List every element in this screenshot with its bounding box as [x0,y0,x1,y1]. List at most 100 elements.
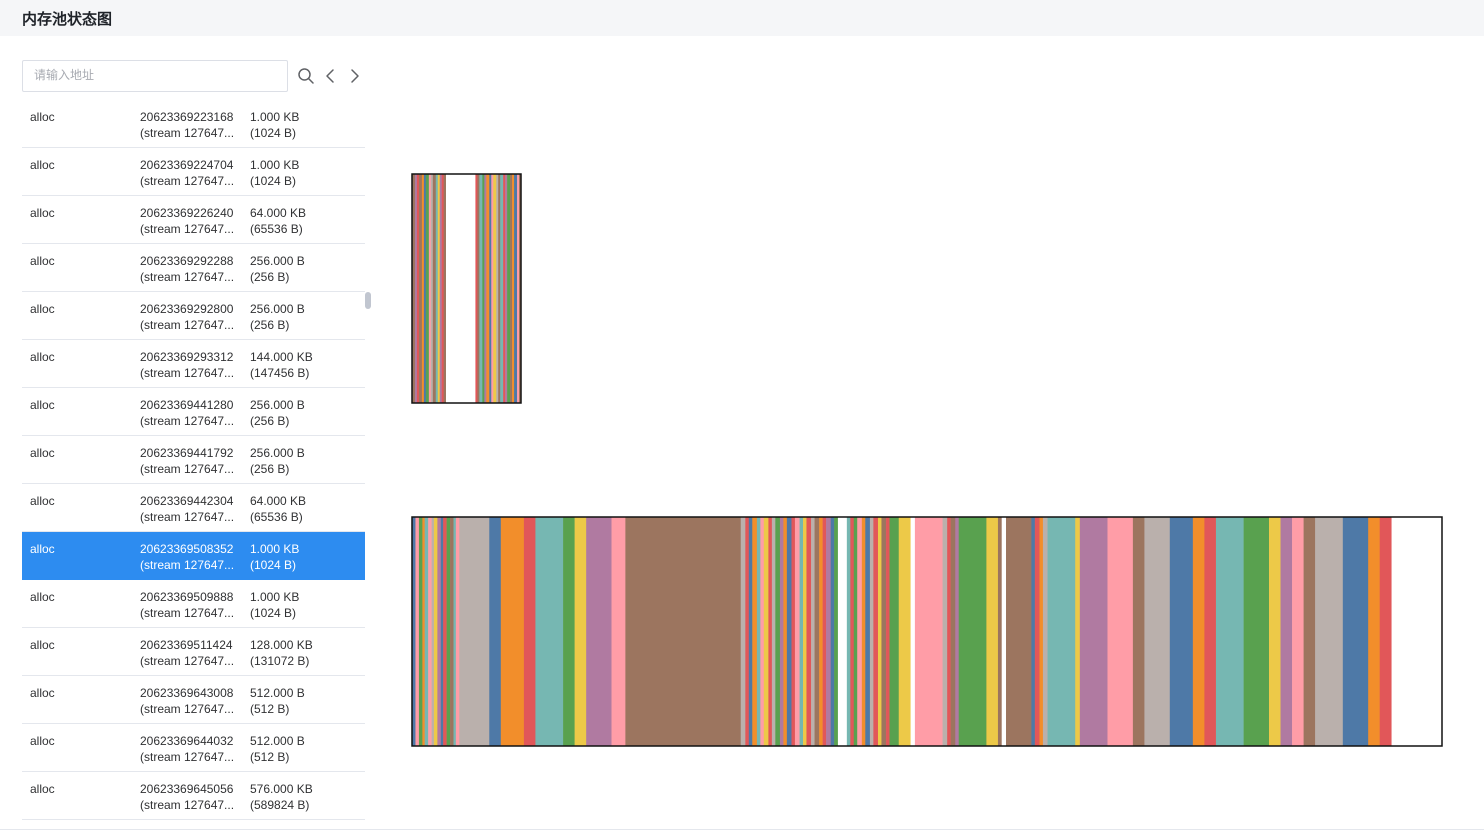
memory-block-segment[interactable] [771,517,776,746]
memory-block-segment[interactable] [484,174,487,403]
memory-block-segment[interactable] [1303,517,1316,746]
memory-block-segment[interactable] [745,517,750,746]
memory-block-segment[interactable] [1079,517,1108,746]
memory-block-segment[interactable] [428,517,432,746]
memory-block-segment[interactable] [443,174,446,403]
list-item[interactable]: alloc 20623369442304 (stream 127647... 64.0… [22,484,365,532]
memory-block-segment[interactable] [1047,517,1076,746]
memory-block-segment[interactable] [586,517,612,746]
memory-block-segment[interactable] [1144,517,1171,746]
memory-block-segment[interactable] [819,517,823,746]
memory-block-segment[interactable] [756,517,761,746]
memory-block-segment[interactable] [440,517,444,746]
memory-block-segment[interactable] [955,517,960,746]
memory-block-segment[interactable] [752,517,758,746]
memory-block-segment[interactable] [455,517,460,746]
list-item[interactable]: alloc 20623369293312 (stream 127647... 144.… [22,340,365,388]
list-item[interactable]: alloc 20623369224704 (stream 127647... 1.00… [22,148,365,196]
memory-block-segment[interactable] [443,517,447,746]
list-item[interactable]: alloc 20623369223168 (stream 127647... 1.00… [22,100,365,148]
list-item[interactable]: alloc 20623369511424 (stream 127647... 128.… [22,628,365,676]
memory-block-segment[interactable] [503,174,506,403]
memory-block-segment[interactable] [1107,517,1134,746]
search-icon[interactable] [297,67,315,85]
memory-block-segment[interactable] [889,517,900,746]
memory-block-segment[interactable] [986,517,999,746]
memory-block-segment[interactable] [1042,517,1048,746]
chevron-left-icon[interactable] [322,67,340,85]
memory-block-segment[interactable] [1006,517,1032,746]
memory-block-segment[interactable] [794,517,800,746]
memory-block-segment[interactable] [459,517,490,746]
memory-block-segment[interactable] [740,517,746,746]
memory-block-segment[interactable] [811,517,815,746]
memory-block-segment[interactable] [441,174,445,403]
memory-block-segment[interactable] [475,174,478,403]
chevron-right-icon[interactable] [346,67,364,85]
memory-block-segment[interactable] [806,517,812,746]
memory-block-segment[interactable] [861,517,866,746]
list-item[interactable]: alloc 20623369643008 (stream 127647... 512.… [22,676,365,724]
memory-block-segment[interactable] [947,517,951,746]
memory-block-segment[interactable] [423,174,427,403]
memory-block-segment[interactable] [869,517,874,746]
memory-block-segment[interactable] [435,174,439,403]
memory-block-segment[interactable] [563,517,575,746]
memory-block-segment[interactable] [1075,517,1081,746]
memory-block-segment[interactable] [803,517,807,746]
memory-block-segment[interactable] [1315,517,1344,746]
memory-block-segment[interactable] [500,174,504,403]
list-item[interactable]: alloc 20623369441280 (stream 127647... 256.… [22,388,365,436]
memory-block-segment[interactable] [517,174,520,403]
memory-block-segment[interactable] [865,517,871,746]
memory-block-segment[interactable] [431,517,435,746]
memory-block-segment[interactable] [914,517,943,746]
memory-block-segment[interactable] [997,517,1002,746]
memory-block-segment[interactable] [779,517,784,746]
memory-block-segment[interactable] [822,517,827,746]
list-item[interactable]: alloc 20623369292800 (stream 127647... 256.… [22,292,365,340]
memory-block-segment[interactable] [1039,517,1044,746]
memory-block-segment[interactable] [486,174,490,403]
memory-block-segment[interactable] [498,174,501,403]
memory-block-segment[interactable] [510,174,513,403]
memory-block-segment[interactable] [574,517,587,746]
memory-block-segment[interactable] [1368,517,1381,746]
memory-block-segment[interactable] [1132,517,1145,746]
list-item[interactable]: alloc 20623369441792 (stream 127647... 256.… [22,436,365,484]
list-item[interactable]: alloc 20623369226240 (stream 127647... 64.0… [22,196,365,244]
memory-block-segment[interactable] [418,174,423,403]
memory-block-segment[interactable] [799,517,804,746]
search-box[interactable] [22,60,288,92]
memory-block-segment[interactable] [775,517,781,746]
memory-block-segment[interactable] [437,517,442,746]
memory-block-segment[interactable] [942,517,948,746]
memory-block-segment[interactable] [514,174,518,403]
memory-block-segment[interactable] [786,517,792,746]
memory-block-segment[interactable] [814,517,820,746]
memory-event-list[interactable]: alloc 20623369223168 (stream 127647... 1.00… [22,100,365,822]
memory-block-segment[interactable] [1215,517,1244,746]
memory-block-segment[interactable] [1204,517,1217,746]
memory-block-segment[interactable] [886,517,890,746]
memory-block-segment[interactable] [877,517,882,746]
memory-block-segment[interactable] [1192,517,1205,746]
memory-block-segment[interactable] [439,174,443,403]
memory-block-segment[interactable] [450,517,454,746]
memory-block-segment[interactable] [830,517,835,746]
list-item[interactable]: alloc 20623369509888 (stream 127647... 1.00… [22,580,365,628]
memory-block-segment[interactable] [489,517,502,746]
memory-block-segment[interactable] [428,174,432,403]
memory-block-segment[interactable] [1292,517,1304,746]
memory-block-segment[interactable] [523,517,536,746]
memory-block-segment[interactable] [1034,517,1040,746]
list-item[interactable]: alloc 20623369508352 (stream 127647... 1.00… [22,532,365,580]
list-item[interactable]: alloc 20623369644032 (stream 127647... 512.… [22,724,365,772]
memory-block-segment[interactable] [1243,517,1270,746]
address-search-input[interactable] [23,61,274,89]
memory-block-segment[interactable] [1169,517,1194,746]
memory-block-segment[interactable] [853,517,858,746]
memory-block-segment[interactable] [898,517,911,746]
memory-block-segment[interactable] [1031,517,1036,746]
memory-block-segment[interactable] [763,517,769,746]
